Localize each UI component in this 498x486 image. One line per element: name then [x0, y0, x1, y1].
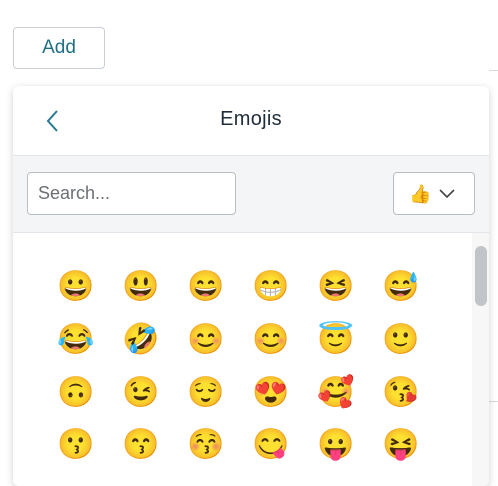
scrollbar-thumb[interactable] [475, 246, 487, 306]
emoji-item[interactable]: 😇 [317, 322, 354, 358]
emoji-item[interactable]: 😋 [252, 427, 289, 463]
background-divider [489, 401, 498, 402]
emoji-item[interactable]: 😂 [57, 322, 94, 358]
background-divider [489, 70, 498, 71]
thumbs-up-icon: 👍 [409, 184, 432, 204]
emoji-item[interactable]: 😉 [122, 375, 159, 411]
emoji-item[interactable]: 😝 [382, 427, 419, 463]
emoji-item[interactable]: 🙂 [382, 322, 419, 358]
emoji-grid: 😀 😃 😄 😁 😆 😅 😂 🤣 😊 😊 😇 🙂 🙃 😉 😌 😍 🥰 😘 😗 😙 … [13, 233, 489, 486]
picker-header: Emojis [13, 86, 489, 156]
emoji-item[interactable]: 😊 [252, 322, 289, 358]
picker-toolbar: 👍 [13, 156, 489, 233]
emoji-item[interactable]: 😃 [122, 269, 159, 305]
emoji-item[interactable]: 😀 [57, 269, 94, 305]
emoji-item[interactable]: 😍 [252, 375, 289, 411]
emoji-item[interactable]: 😁 [252, 269, 289, 305]
emoji-item[interactable]: 😌 [187, 375, 224, 411]
emoji-item[interactable]: 😚 [187, 427, 224, 463]
emoji-item[interactable]: 😆 [317, 269, 354, 305]
emoji-item[interactable]: 😘 [382, 375, 419, 411]
emoji-item[interactable]: 🤣 [122, 322, 159, 358]
search-input[interactable] [27, 172, 236, 215]
emoji-item[interactable]: 😛 [317, 427, 354, 463]
emoji-item[interactable]: 😄 [187, 269, 224, 305]
emoji-item[interactable]: 🥰 [317, 375, 354, 411]
emoji-item[interactable]: 😅 [382, 269, 419, 305]
picker-title: Emojis [220, 108, 282, 130]
chevron-down-icon [439, 189, 455, 199]
add-button[interactable]: Add [13, 27, 105, 69]
emoji-item[interactable]: 😙 [122, 427, 159, 463]
emoji-item[interactable]: 😊 [187, 322, 224, 358]
emoji-item[interactable]: 🙃 [57, 375, 94, 411]
skin-tone-dropdown[interactable]: 👍 [393, 172, 475, 215]
emoji-item[interactable]: 😗 [57, 427, 94, 463]
emoji-picker-panel: Emojis 👍 😀 😃 😄 😁 😆 😅 😂 🤣 😊 😊 😇 🙂 🙃 😉 😌 😍… [13, 86, 489, 486]
